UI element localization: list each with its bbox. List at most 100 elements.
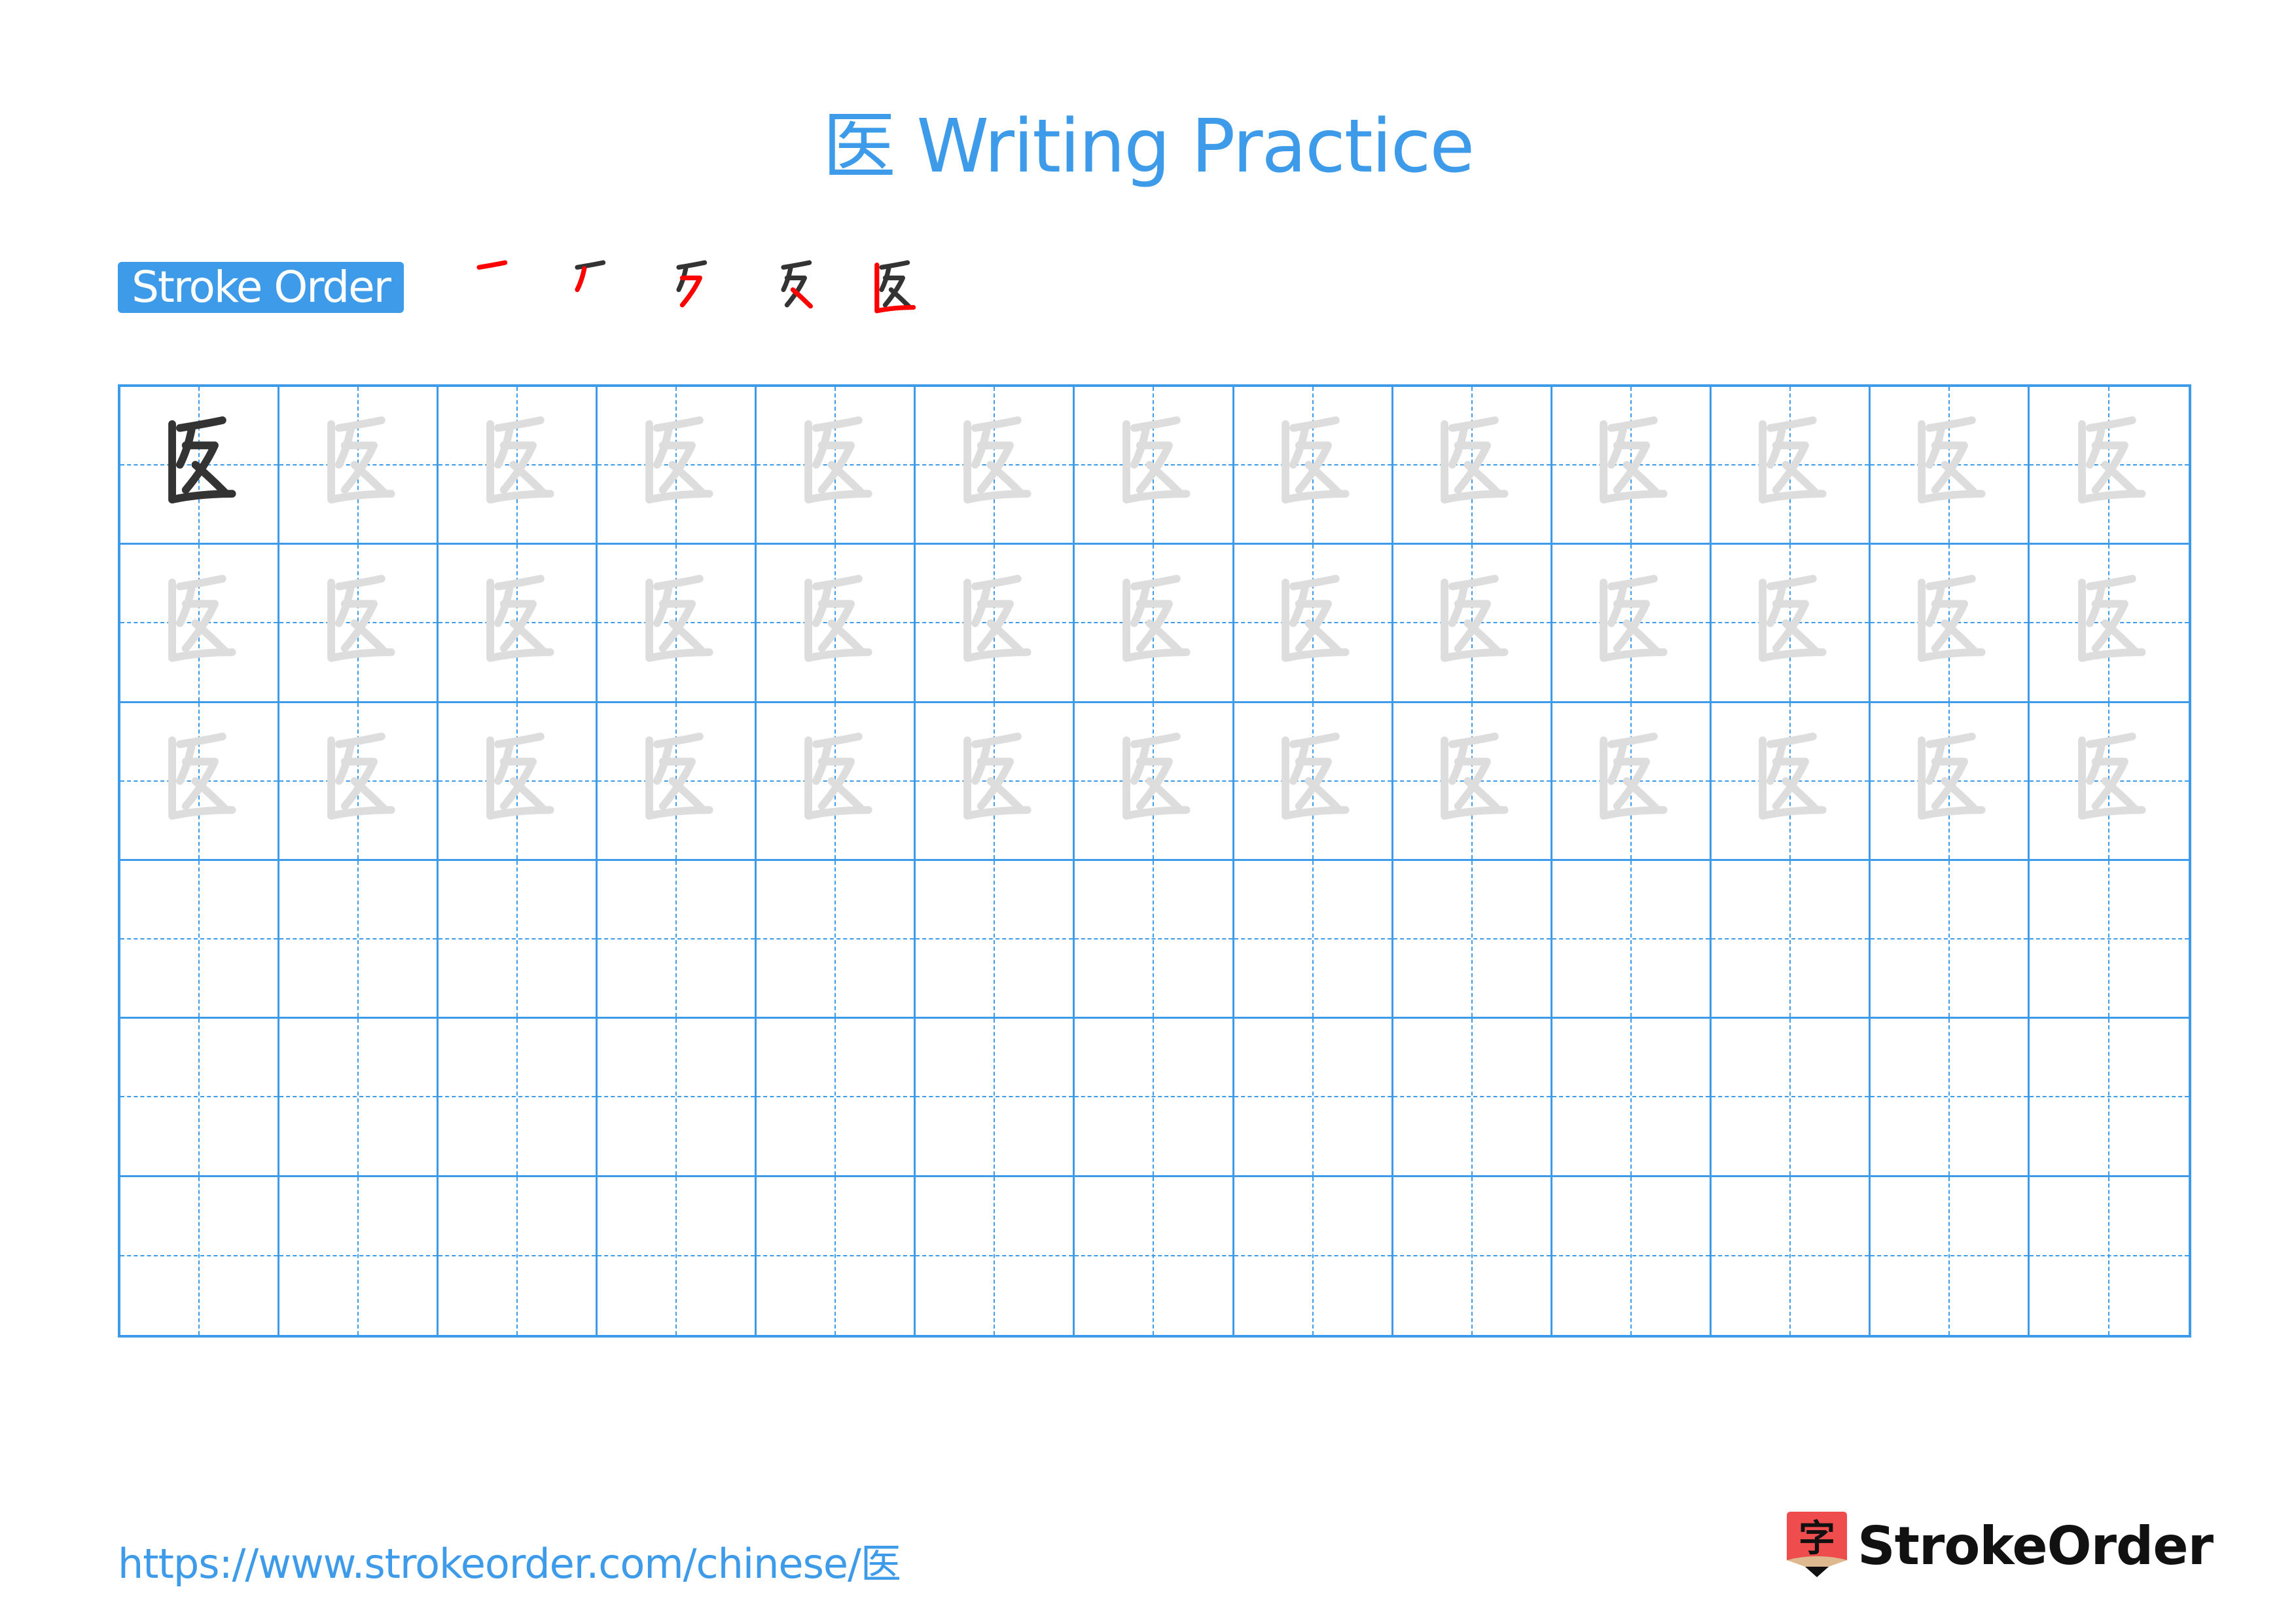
practice-cell[interactable] <box>1234 545 1393 703</box>
trace-character <box>1712 387 1869 543</box>
practice-cell[interactable] <box>279 1019 439 1177</box>
practice-cell[interactable] <box>439 387 598 545</box>
practice-cell[interactable] <box>1393 387 1552 545</box>
practice-cell[interactable] <box>120 1019 280 1177</box>
trace-character <box>916 387 1073 543</box>
practice-cell[interactable] <box>1393 860 1552 1019</box>
trace-character <box>120 703 278 859</box>
practice-cell[interactable] <box>757 1176 916 1335</box>
practice-cell[interactable] <box>1393 1019 1552 1177</box>
practice-cell[interactable] <box>279 702 439 861</box>
practice-cell[interactable] <box>1075 1019 1234 1177</box>
practice-cell[interactable] <box>439 860 598 1019</box>
practice-cell[interactable] <box>279 1176 439 1335</box>
practice-cell[interactable] <box>1075 860 1234 1019</box>
practice-cell[interactable] <box>1075 387 1234 545</box>
trace-character <box>757 545 914 701</box>
practice-cell[interactable] <box>1552 1176 1712 1335</box>
practice-cell[interactable] <box>120 1176 280 1335</box>
practice-cell[interactable] <box>1870 860 2030 1019</box>
practice-cell[interactable] <box>2029 703 2189 861</box>
practice-cell[interactable] <box>1711 387 1871 545</box>
practice-cell[interactable] <box>439 1019 598 1177</box>
practice-cell[interactable] <box>1234 1019 1393 1177</box>
page-title: 医 Writing Practice <box>822 104 1475 189</box>
practice-cell[interactable] <box>916 860 1075 1019</box>
practice-cell[interactable] <box>1552 1019 1712 1177</box>
practice-cell[interactable] <box>1234 702 1393 861</box>
practice-cell[interactable] <box>1075 702 1234 861</box>
practice-cell[interactable] <box>1393 702 1552 861</box>
trace-character <box>1075 703 1232 859</box>
practice-cell[interactable] <box>1393 1176 1552 1335</box>
source-url-link[interactable]: https://www.strokeorder.com/chinese/医 <box>118 1531 901 1590</box>
practice-cell[interactable] <box>120 860 280 1019</box>
practice-cell[interactable] <box>757 545 916 703</box>
practice-cell[interactable] <box>598 387 757 545</box>
practice-cell[interactable] <box>439 702 598 861</box>
trace-character <box>1393 545 1551 701</box>
stroke-order-badge: Stroke Order <box>118 262 404 313</box>
practice-cell[interactable] <box>1870 545 2030 703</box>
trace-character <box>2030 703 2189 859</box>
practice-cell[interactable] <box>279 545 439 703</box>
practice-cell[interactable] <box>1712 1176 1871 1335</box>
practice-cell[interactable] <box>1075 545 1234 703</box>
practice-cell[interactable] <box>916 1019 1075 1177</box>
practice-cell[interactable] <box>757 860 916 1019</box>
trace-character <box>1712 703 1869 859</box>
practice-cell[interactable] <box>439 1176 598 1335</box>
practice-cell[interactable] <box>1552 860 1712 1019</box>
trace-character <box>120 545 278 701</box>
practice-cell[interactable] <box>1393 545 1552 703</box>
practice-cell[interactable] <box>916 702 1075 861</box>
practice-cell[interactable] <box>120 545 280 703</box>
practice-cell[interactable] <box>2030 1177 2189 1335</box>
stroke-step-5 <box>864 259 923 321</box>
practice-cell[interactable] <box>916 387 1075 545</box>
practice-cell[interactable] <box>120 702 280 861</box>
trace-character <box>1075 545 1232 701</box>
trace-character <box>598 703 755 859</box>
practice-cell[interactable] <box>916 545 1075 703</box>
practice-cell[interactable] <box>757 702 916 861</box>
practice-cell[interactable] <box>598 545 757 703</box>
practice-cell[interactable] <box>1870 387 2030 545</box>
practice-cell[interactable] <box>1711 702 1871 861</box>
practice-cell[interactable] <box>2029 545 2189 703</box>
practice-cell[interactable] <box>279 860 439 1019</box>
practice-cell[interactable] <box>2029 861 2189 1019</box>
practice-cell[interactable] <box>598 702 757 861</box>
practice-cell[interactable] <box>598 860 757 1019</box>
practice-cell[interactable] <box>1871 1176 2030 1335</box>
practice-cell[interactable] <box>1552 545 1712 703</box>
trace-character <box>1234 545 1391 701</box>
practice-cell[interactable] <box>757 1019 916 1177</box>
practice-cell[interactable] <box>1552 387 1712 545</box>
practice-cell[interactable] <box>598 1019 757 1177</box>
practice-cell[interactable] <box>1711 1019 1871 1177</box>
trace-character <box>279 387 437 543</box>
practice-cell[interactable] <box>598 1176 757 1335</box>
practice-cell[interactable] <box>2029 387 2189 545</box>
practice-cell[interactable] <box>1552 702 1712 861</box>
practice-cell[interactable] <box>1870 702 2030 861</box>
practice-cell[interactable] <box>1870 1019 2030 1177</box>
practice-cell[interactable] <box>439 545 598 703</box>
practice-cell[interactable] <box>2029 1019 2189 1177</box>
practice-cell[interactable] <box>916 1176 1075 1335</box>
practice-cell[interactable] <box>1711 860 1871 1019</box>
practice-cell[interactable] <box>120 387 280 545</box>
trace-character <box>757 703 914 859</box>
practice-cell[interactable] <box>1711 545 1871 703</box>
stroke-step-3 <box>661 259 720 321</box>
trace-character <box>279 545 437 701</box>
practice-cell[interactable] <box>757 387 916 545</box>
practice-cell[interactable] <box>1075 1176 1234 1335</box>
practice-cell[interactable] <box>1234 387 1393 545</box>
practice-cell[interactable] <box>279 387 439 545</box>
trace-character <box>1552 545 1710 701</box>
practice-cell[interactable] <box>1234 1176 1393 1335</box>
trace-character <box>1871 545 2028 701</box>
practice-cell[interactable] <box>1234 860 1393 1019</box>
